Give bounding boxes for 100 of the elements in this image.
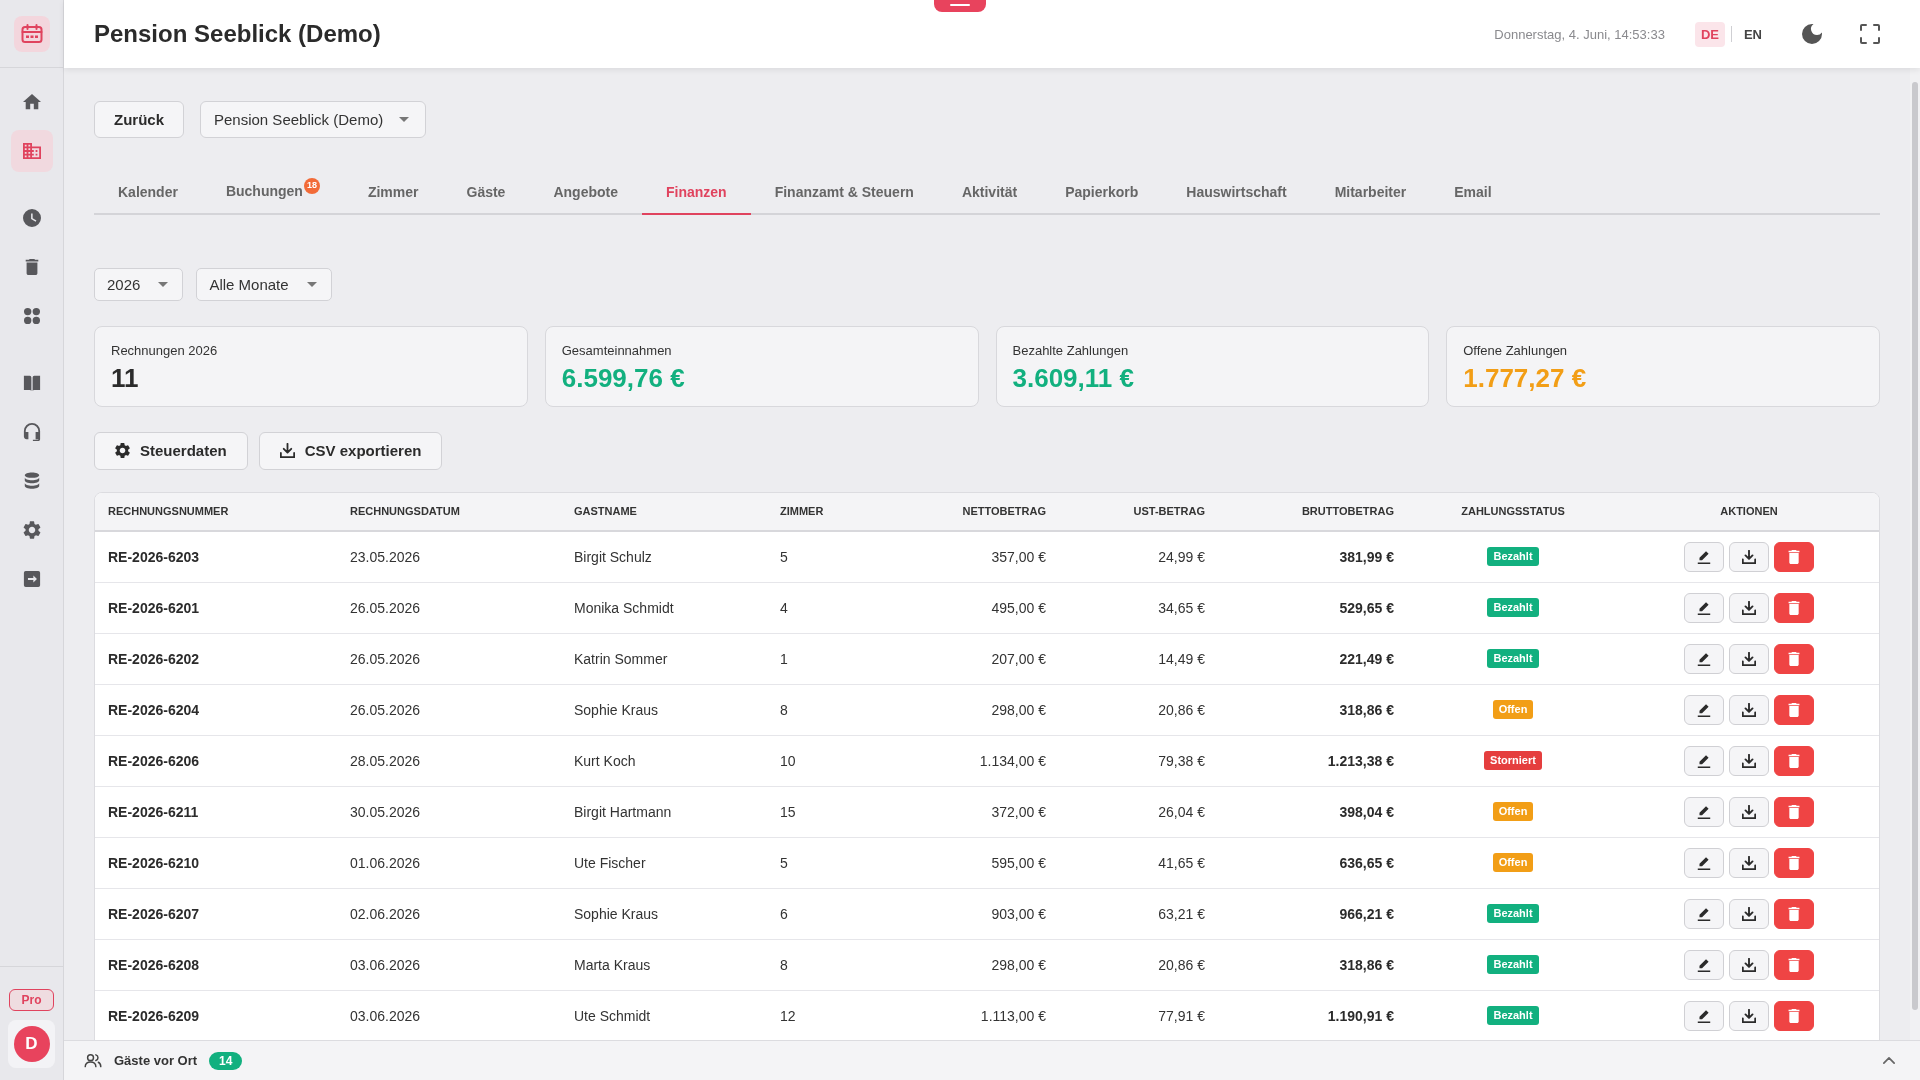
delete-button[interactable] xyxy=(1774,694,1814,725)
csv-export-button[interactable]: CSV exportieren xyxy=(258,431,443,470)
download-button[interactable] xyxy=(1729,694,1769,725)
status-badge: Bezahlt xyxy=(1487,1006,1539,1025)
table-cell-text: Sophie Kraus xyxy=(573,904,660,924)
table-cell-text: 26.05.2026 xyxy=(349,700,422,720)
delete-button[interactable] xyxy=(1774,949,1814,980)
tab[interactable]: Finanzen xyxy=(642,171,751,215)
tab[interactable]: Kalender xyxy=(94,171,202,215)
stat-value: 3.609,11 € xyxy=(1012,362,1134,393)
download-button[interactable] xyxy=(1729,1000,1769,1031)
table-cell-text: 6 xyxy=(779,904,789,924)
language-option[interactable]: DE xyxy=(1694,21,1725,47)
trash-icon xyxy=(1788,1008,1800,1023)
stat-label: Offene Zahlungen xyxy=(1463,342,1568,359)
table-cell-text: RE-2026-6202 xyxy=(107,649,201,669)
download-button[interactable] xyxy=(1729,643,1769,674)
filter-select[interactable]: Alle Monate xyxy=(196,267,332,301)
tab[interactable]: Zimmer xyxy=(343,171,443,215)
pencil-icon xyxy=(1697,600,1711,615)
column-header: RECHNUNGSNUMMER xyxy=(107,505,230,517)
gear-icon xyxy=(115,443,130,458)
table-cell-text: 26.05.2026 xyxy=(349,598,422,618)
tax-data-button[interactable]: Steuerdaten xyxy=(94,431,248,470)
table-cell-text: 966,21 € xyxy=(1338,904,1395,924)
tab[interactable]: Buchungen 18 xyxy=(201,171,344,215)
table-cell-text: Birgit Schulz xyxy=(573,547,653,567)
chevron-up-icon[interactable] xyxy=(1883,1057,1895,1064)
stat-value: 1.777,27 € xyxy=(1463,362,1587,393)
status-badge: Bezahlt xyxy=(1487,598,1539,617)
edit-button[interactable] xyxy=(1684,796,1724,827)
database-icon xyxy=(22,472,41,490)
download-button[interactable] xyxy=(1729,796,1769,827)
back-button[interactable]: Zurück xyxy=(94,101,184,138)
tab[interactable]: Email xyxy=(1430,171,1516,215)
table-cell-text: 15 xyxy=(779,802,797,822)
pencil-icon xyxy=(1697,906,1711,921)
download-button[interactable] xyxy=(1729,898,1769,929)
property-select[interactable]: Pension Seeblick (Demo) xyxy=(200,101,427,138)
download-button[interactable] xyxy=(1729,745,1769,776)
download-button[interactable] xyxy=(1729,541,1769,572)
table-cell-text: RE-2026-6208 xyxy=(107,955,201,975)
drawer-handle-icon[interactable] xyxy=(934,0,986,12)
calendar-logo-icon[interactable] xyxy=(13,15,50,52)
trash-icon xyxy=(1788,549,1800,564)
edit-button[interactable] xyxy=(1684,541,1724,572)
column-header: AKTIONEN xyxy=(1719,505,1779,517)
tab[interactable]: Hauswirtschaft xyxy=(1162,171,1311,215)
fullscreen-icon[interactable] xyxy=(1860,24,1880,44)
edit-button[interactable] xyxy=(1684,898,1724,929)
tab[interactable]: Gäste xyxy=(442,171,530,215)
sidebar-item[interactable] xyxy=(10,130,53,172)
pencil-icon xyxy=(1697,753,1711,768)
table-cell-text: Birgit Hartmann xyxy=(573,802,673,822)
table-cell-text: 28.05.2026 xyxy=(349,751,422,771)
download-button[interactable] xyxy=(1729,847,1769,878)
table-cell-text: 30.05.2026 xyxy=(349,802,422,822)
table-cell-text: RE-2026-6211 xyxy=(107,802,200,822)
delete-button[interactable] xyxy=(1774,796,1814,827)
tab[interactable]: Finanzamt & Steuern xyxy=(750,171,938,215)
edit-button[interactable] xyxy=(1684,949,1724,980)
table-cell-text: 207,00 € xyxy=(990,649,1047,669)
pencil-icon xyxy=(1697,855,1711,870)
download-button[interactable] xyxy=(1729,949,1769,980)
headset-icon xyxy=(22,423,41,441)
count-badge: 14 xyxy=(209,1051,243,1070)
stat-value: 11 xyxy=(111,362,139,393)
delete-button[interactable] xyxy=(1774,643,1814,674)
delete-button[interactable] xyxy=(1774,541,1814,572)
edit-button[interactable] xyxy=(1684,694,1724,725)
scrollbar[interactable] xyxy=(1910,68,1920,1040)
moon-icon[interactable] xyxy=(1802,24,1822,44)
filter-select[interactable]: 2026 xyxy=(94,267,184,301)
delete-button[interactable] xyxy=(1774,898,1814,929)
download-icon xyxy=(1742,702,1756,717)
table-cell-text: RE-2026-6210 xyxy=(107,853,201,873)
table-cell-text: 318,86 € xyxy=(1338,955,1395,975)
language-option[interactable]: EN xyxy=(1737,21,1768,47)
caret-down-icon xyxy=(158,281,169,287)
avatar-button[interactable]: D xyxy=(13,1026,50,1062)
people-icon xyxy=(84,1053,102,1068)
edit-button[interactable] xyxy=(1684,847,1724,878)
table-cell-text: Katrin Sommer xyxy=(573,649,669,669)
tab[interactable]: Aktivität xyxy=(937,171,1042,215)
trash-icon xyxy=(1788,702,1800,717)
tab[interactable]: Angebote xyxy=(529,171,642,215)
edit-button[interactable] xyxy=(1684,643,1724,674)
trash-icon xyxy=(1788,753,1800,768)
edit-button[interactable] xyxy=(1684,745,1724,776)
edit-button[interactable] xyxy=(1684,592,1724,623)
tab[interactable]: Papierkorb xyxy=(1041,171,1163,215)
guests-label: Gäste vor Ort xyxy=(114,1053,198,1068)
delete-button[interactable] xyxy=(1774,847,1814,878)
delete-button[interactable] xyxy=(1774,1000,1814,1031)
delete-button[interactable] xyxy=(1774,592,1814,623)
table-cell-text: Sophie Kraus xyxy=(573,700,660,720)
tab[interactable]: Mitarbeiter xyxy=(1310,171,1431,215)
edit-button[interactable] xyxy=(1684,1000,1724,1031)
download-button[interactable] xyxy=(1729,592,1769,623)
delete-button[interactable] xyxy=(1774,745,1814,776)
